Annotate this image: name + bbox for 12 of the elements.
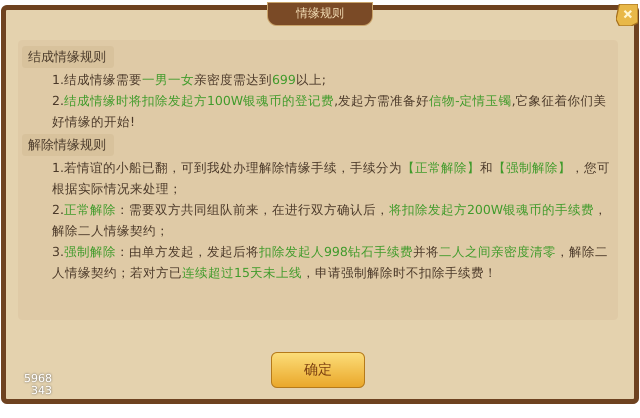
rule-text: 2.结成情缘时将扣除发起方100W银魂币的登记费,发起方需准备好信物-定情玉镯,它象征着你们美好情缘的开始! xyxy=(52,92,608,131)
section-heading: 结成情缘规则 xyxy=(22,46,114,68)
close-icon[interactable] xyxy=(616,4,638,26)
debug-number: 343 xyxy=(30,385,52,397)
rule-text: 1.若情谊的小船已翻，可到我处办理解除情缘手续，手续分为【正常解除】和【强制解除】，您可根据实际情况来处理； xyxy=(52,159,611,198)
confirm-button[interactable]: 确定 xyxy=(271,352,365,388)
section-heading: 解除情缘规则 xyxy=(22,134,114,156)
debug-number: 5968 xyxy=(24,373,52,385)
rule-text: 3.强制解除：由单方发起，发起后将扣除发起人998钻石手续费并将二人之间亲密度清零，解除二人情缘契约；若对方已连续超过15天未上线，申请强制解除时不扣除手续费！ xyxy=(52,243,609,282)
dialog-title: 情缘规则 xyxy=(267,2,373,26)
rule-text: 2.正常解除：需要双方共同组队前来，在进行双方确认后，将扣除发起方200W银魂币的手续费，解除二人情缘契约； xyxy=(52,201,608,240)
rule-text: 1.结成情缘需要一男一女亲密度需达到699以上; xyxy=(52,71,328,89)
